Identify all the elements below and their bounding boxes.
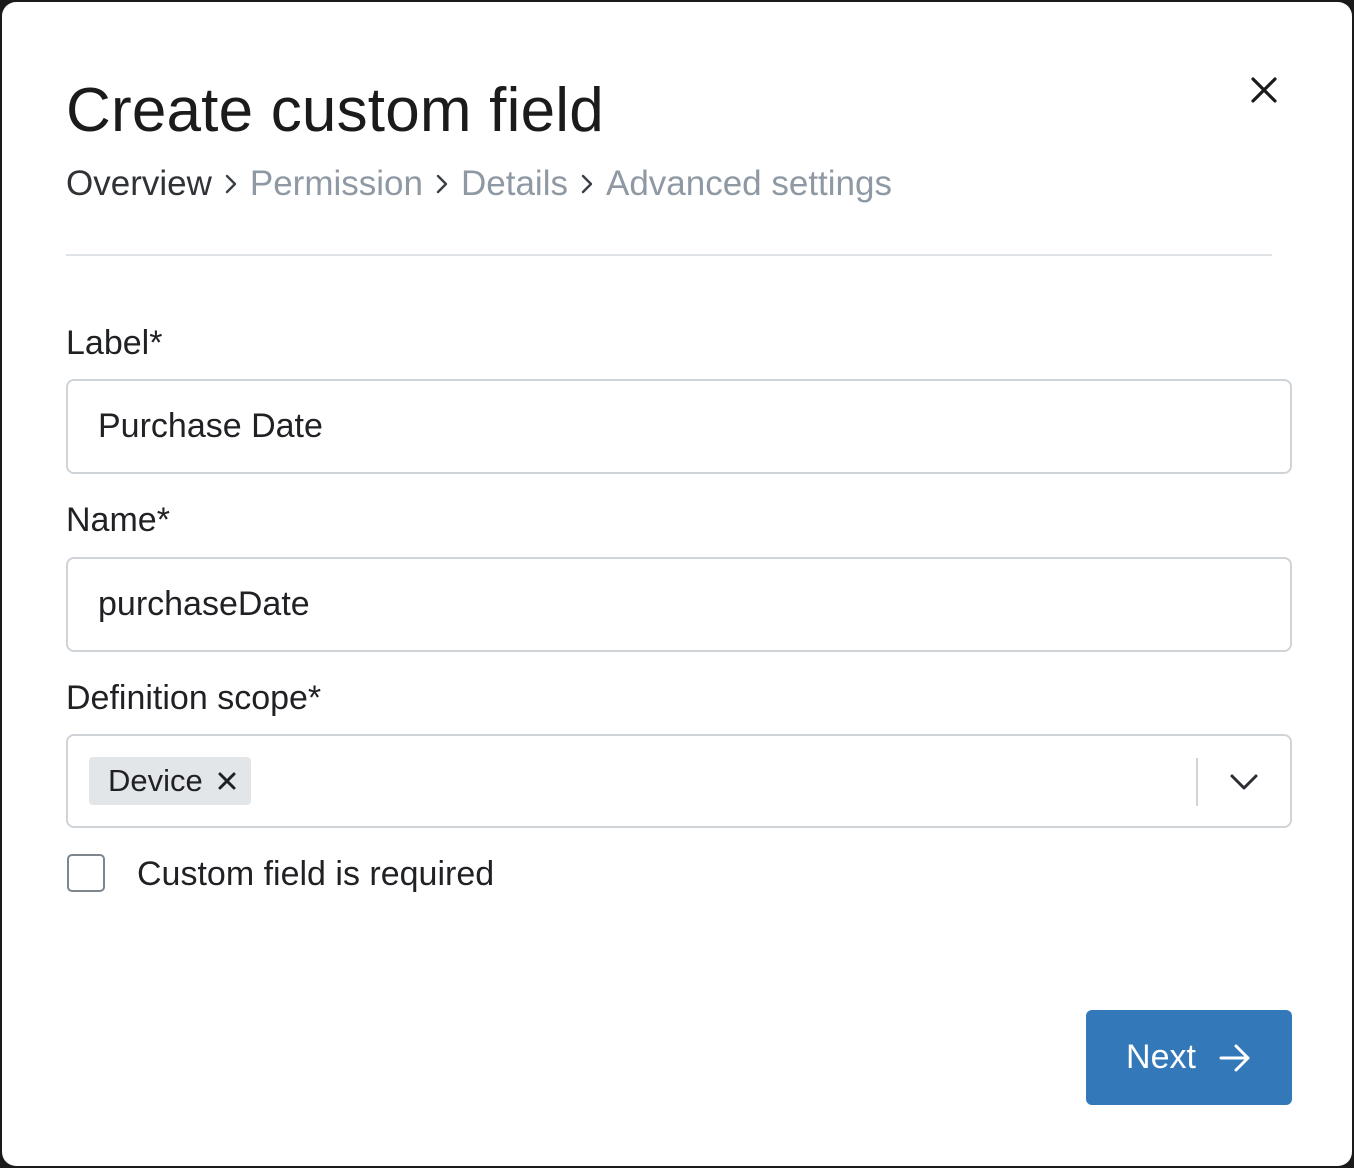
select-divider [1196,758,1198,806]
chevron-right-icon [212,162,250,206]
definition-scope-select[interactable]: Device [66,734,1292,828]
chevron-down-icon [1230,774,1258,790]
arrow-right-icon [1218,1043,1252,1073]
next-button-label: Next [1126,1038,1196,1076]
header-divider [66,254,1272,256]
close-icon [218,772,236,790]
name-field-label: Name* [66,501,170,539]
dropdown-toggle[interactable] [1216,754,1272,810]
tag-remove-button[interactable] [215,769,239,793]
create-custom-field-dialog: Create custom field Overview Permission … [2,2,1352,1166]
close-icon [1251,77,1277,103]
scope-tag-device: Device [89,757,251,805]
breadcrumb-step-advanced-settings[interactable]: Advanced settings [606,162,892,206]
breadcrumb-step-details[interactable]: Details [461,162,568,206]
chevron-right-icon [423,162,461,206]
name-input[interactable] [66,557,1292,652]
label-field-label: Label* [66,324,163,362]
required-checkbox-label[interactable]: Custom field is required [137,853,494,895]
breadcrumb-step-overview[interactable]: Overview [66,162,212,206]
label-input[interactable] [66,379,1292,474]
next-button[interactable]: Next [1086,1010,1292,1105]
dialog-title: Create custom field [66,76,604,145]
breadcrumb: Overview Permission Details Advanced set… [66,162,892,206]
required-checkbox[interactable] [67,854,105,892]
breadcrumb-step-permission[interactable]: Permission [250,162,423,206]
definition-scope-label: Definition scope* [66,679,322,717]
chevron-right-icon [568,162,606,206]
close-button[interactable] [1242,68,1286,112]
scope-tag-label: Device [108,763,203,798]
